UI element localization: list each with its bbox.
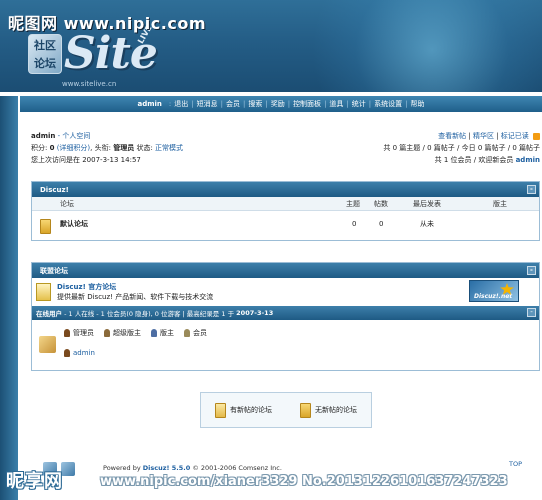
nav-control-panel[interactable]: 控制面板 [293,99,321,109]
nav-search[interactable]: 搜索 [248,99,262,109]
online-users-icon [39,336,56,353]
forum-last-post: 从未 [420,220,434,228]
left-side-strip [0,96,18,500]
user-group-legend: 管理员 超级版主 版主 会员 [64,328,207,338]
newest-member-link[interactable]: admin [516,156,540,164]
league-panel: 联盟论坛 - Discuz! 官方论坛 提供最新 Discuz! 产品新闻、软件… [31,262,540,371]
forum-name[interactable]: 默认论坛 [60,219,88,229]
forum-folder-icon [40,219,51,234]
table-row[interactable]: 默认论坛 0 0 从未 [32,211,539,237]
badge-icon[interactable] [61,462,75,476]
collapse-icon[interactable]: - [527,266,536,275]
nav-tools[interactable]: 道具 [329,99,343,109]
title-value: 管理员 [113,144,135,152]
no-new-posts-folder-icon [300,402,311,418]
site-header: 社区论坛 Site LIVE www.sitelive.cn 昵图网 www.n… [0,0,542,92]
top-nav: admin : 退出 | 短消息 | 会员 | 搜索 | 奖励 | 控制面板 | 道具 | 统… [20,96,542,112]
digest-link[interactable]: 精华区 [473,132,494,140]
new-posts-folder-icon [215,402,226,418]
forum-stats: 查看新帖 | 精华区 | 标记已读 共 0 篇主题 / 0 篇帖子 / 今日 0… [383,132,540,164]
nav-system-settings[interactable]: 系统设置 [374,99,402,109]
league-title: 联盟论坛 [40,266,68,275]
nav-username[interactable]: admin [137,100,161,108]
stats-posts: 共 0 篇主题 / 0 篇帖子 / 今日 0 篇帖子 / 0 篇帖子 [383,144,540,152]
legend-new-posts: 有新帖的论坛 [230,406,272,414]
nav-members[interactable]: 会员 [226,99,240,109]
category-title[interactable]: Discuz! [40,186,69,194]
admin-user-icon [64,329,70,337]
member-user-icon [184,329,190,337]
online-record-date: 2007-3-13 [236,309,274,317]
legend-admin: 管理员 [73,329,94,337]
rss-icon[interactable] [533,132,540,140]
watermark-top-left: 昵图网 www.nipic.com [8,14,206,33]
legend-mod: 版主 [160,329,174,337]
powered-by: Powered by [103,464,141,472]
nav-stats[interactable]: 统计 [352,99,366,109]
header-glow [282,0,542,92]
online-users-bar: 在线用户 - 1 人在线 - 1 位会员(0 隐身), 0 位游客 | 最高纪录… [32,306,539,320]
view-new-posts-link[interactable]: 查看新帖 [438,132,466,140]
col-posts: 帖数 [374,199,388,208]
forum-topics: 0 [352,220,357,228]
mark-read-link[interactable]: 标记已读 [501,132,529,140]
nav-help[interactable]: 帮助 [411,99,425,109]
watermark-bottom-left: 昵享网 [6,471,63,492]
col-last-post: 最后发表 [413,199,441,208]
nav-messages[interactable]: 短消息 [197,99,218,109]
status-mode-link[interactable]: 正常模式 [155,144,183,152]
points-label: 积分: [31,144,48,152]
forum-posts: 0 [379,220,384,228]
logo-badge: 社区论坛 [28,34,62,74]
user-info: admin - 个人空间 积分: 0 (详细积分), 头衔: 管理员 状态: 正… [31,132,184,164]
status-label: 状态: [136,144,153,152]
league-banner[interactable]: Discuz!.net [469,280,519,302]
online-title[interactable]: 在线用户 [36,308,62,318]
online-user-name[interactable]: admin [73,349,95,357]
league-forum-desc: 提供最新 Discuz! 产品新闻、软件下载与技术交流 [57,293,214,301]
collapse-icon[interactable]: - [527,185,536,194]
user-name[interactable]: admin [31,132,55,140]
legend-no-new-posts: 无新帖的论坛 [315,406,357,414]
legend-member: 会员 [193,329,207,337]
col-topics: 主题 [346,199,360,208]
online-users-body: 管理员 超级版主 版主 会员 admin [32,320,539,366]
admin-user-icon [64,349,70,357]
last-visit: 您上次访问是在 2007-3-13 14:57 [31,156,141,164]
nav-rewards[interactable]: 奖励 [271,99,285,109]
product-link[interactable]: Discuz! 5.5.0 [143,464,191,472]
league-forum-name[interactable]: Discuz! 官方论坛 [57,282,213,292]
category-panel: Discuz! - 论坛 主题 帖数 最后发表 版主 默认论坛 0 0 从未 [31,181,540,241]
points-value: 0 [49,144,55,152]
online-summary: - 1 人在线 - 1 位会员(0 隐身), 0 位游客 | 最高纪录是 1 于 [64,310,235,318]
category-title-bar: Discuz! - [32,182,539,197]
league-banner-text: Discuz!.net [474,293,513,300]
legend-super-mod: 超级版主 [113,329,141,337]
forum-icon-legend: 有新帖的论坛 无新帖的论坛 [200,392,372,428]
online-user-item[interactable]: admin [64,349,95,357]
list-item: Discuz! 官方论坛 提供最新 Discuz! 产品新闻、软件下载与技术交流… [32,278,539,306]
logo-url: www.sitelive.cn [62,80,117,88]
nav-logout[interactable]: 退出 [174,99,188,109]
personal-space-link[interactable]: - 个人空间 [58,132,91,140]
super-mod-user-icon [104,329,110,337]
title-label: 头衔: [94,144,111,152]
back-to-top-link[interactable]: TOP [509,460,522,468]
watermark-bottom: www.nipic.com/xianer3329 No.201312261016… [100,474,508,489]
points-detail-link[interactable]: (详细积分) [57,144,90,152]
stats-members: 共 1 位会员 / 欢迎新会员 [434,156,514,164]
col-moderator: 版主 [493,199,507,208]
league-forum-icon [36,283,51,301]
forum-table-header: 论坛 主题 帖数 最后发表 版主 [32,197,539,211]
copyright: © 2001-2006 Comsenz Inc. [192,464,282,472]
league-title-bar: 联盟论坛 - [32,263,539,278]
mod-user-icon [151,329,157,337]
col-forum: 论坛 [60,199,74,208]
collapse-icon[interactable]: - [527,308,536,317]
